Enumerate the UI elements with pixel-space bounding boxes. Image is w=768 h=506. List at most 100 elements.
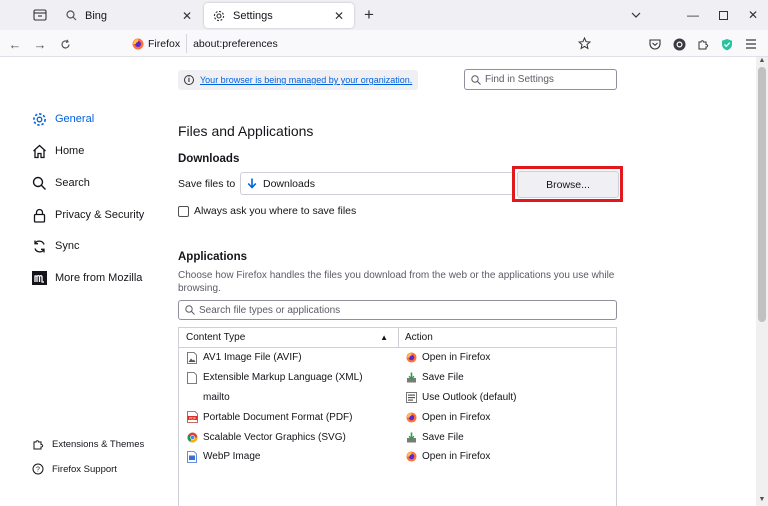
find-placeholder: Find in Settings xyxy=(485,74,554,85)
applications-heading: Applications xyxy=(178,251,248,263)
forward-arrow-icon[interactable]: → xyxy=(31,35,49,53)
action-label: Open in Firefox xyxy=(422,411,491,423)
tab-strip: Bing ✕ Settings ✕ + — ✕ xyxy=(0,0,768,30)
policies-link[interactable]: Your browser is being managed by your or… xyxy=(200,75,412,85)
table-row[interactable]: AV1 Image File (AVIF) Open in Firefox xyxy=(179,348,616,368)
puzzle-icon xyxy=(32,438,44,450)
sidebar-item-firefox-support[interactable]: ? Firefox Support xyxy=(32,463,117,475)
gear-icon xyxy=(212,9,226,23)
download-arrow-icon xyxy=(247,178,257,189)
search-icon xyxy=(185,305,195,315)
info-icon: i xyxy=(184,75,194,85)
close-window-icon[interactable]: ✕ xyxy=(738,0,768,30)
pdf-icon: PDF xyxy=(186,411,198,424)
table-row[interactable]: WebP Image Open in Firefox xyxy=(179,447,616,467)
action-label: Open in Firefox xyxy=(422,352,491,364)
tab-title: Bing xyxy=(85,9,108,22)
column-header-action[interactable]: Action xyxy=(399,332,433,343)
back-arrow-icon[interactable]: ← xyxy=(6,35,24,53)
identity-label: Firefox xyxy=(148,37,181,50)
account-avatar-icon[interactable] xyxy=(670,35,688,53)
sidebar-item-label: Home xyxy=(55,145,85,157)
url-bar[interactable]: Firefox about:preferences xyxy=(126,32,598,55)
sidebar-item-more-from-mozilla[interactable]: More from Mozilla xyxy=(31,268,142,288)
sync-icon xyxy=(31,238,47,254)
always-ask-option[interactable]: Always ask you where to save files xyxy=(178,205,356,217)
url-text[interactable]: about:preferences xyxy=(193,38,278,50)
sidebar-item-privacy[interactable]: Privacy & Security xyxy=(31,205,144,225)
table-row[interactable]: PDF Portable Document Format (PDF) Open … xyxy=(179,407,616,427)
table-row[interactable]: Scalable Vector Graphics (SVG) Save File xyxy=(179,427,616,447)
content-type-label: Portable Document Format (PDF) xyxy=(203,411,353,423)
outlook-icon xyxy=(405,391,417,403)
scroll-down-arrow-icon[interactable]: ▼ xyxy=(756,496,768,506)
search-file-types-placeholder: Search file types or applications xyxy=(199,304,341,316)
hamburger-menu-icon[interactable] xyxy=(742,35,760,53)
action-label: Save File xyxy=(422,431,464,443)
lock-icon xyxy=(31,207,47,223)
table-row[interactable]: mailto Use Outlook (default) xyxy=(179,388,616,408)
extensions-puzzle-icon[interactable] xyxy=(694,35,712,53)
sidebar-item-sync[interactable]: Sync xyxy=(31,236,79,256)
reload-icon[interactable] xyxy=(56,35,74,53)
tab-bing[interactable]: Bing ✕ xyxy=(56,3,202,28)
document-icon xyxy=(186,371,198,384)
pocket-icon[interactable] xyxy=(646,35,664,53)
sidebar-item-label: General xyxy=(55,113,95,125)
save-file-icon xyxy=(405,431,417,443)
scrollbar-thumb[interactable] xyxy=(758,67,766,322)
firefox-icon xyxy=(405,451,417,463)
always-ask-checkbox[interactable] xyxy=(178,205,189,217)
minimize-icon[interactable]: — xyxy=(678,0,708,30)
column-label: Action xyxy=(405,332,433,343)
navigation-toolbar: ← → Firefox about:preferences xyxy=(0,30,768,57)
new-tab-button[interactable]: + xyxy=(360,6,378,24)
firefox-icon xyxy=(405,352,417,364)
svg-text:PDF: PDF xyxy=(189,417,196,421)
shield-icon[interactable] xyxy=(718,35,736,53)
find-in-settings-input[interactable]: Find in Settings xyxy=(464,69,617,90)
applications-table: Content Type ▲ Action AV1 Image File (AV… xyxy=(178,327,617,506)
sidebar-item-extensions-themes[interactable]: Extensions & Themes xyxy=(32,438,144,450)
table-row[interactable]: Extensible Markup Language (XML) Save Fi… xyxy=(179,368,616,388)
chevron-down-icon[interactable] xyxy=(628,7,644,23)
firefox-view-button[interactable] xyxy=(30,6,50,24)
content-type-label: Scalable Vector Graphics (SVG) xyxy=(203,431,346,443)
image-file-icon xyxy=(186,351,198,364)
browse-button[interactable]: Browse... xyxy=(517,171,619,198)
sidebar-item-home[interactable]: Home xyxy=(31,141,84,161)
column-header-content-type[interactable]: Content Type ▲ xyxy=(179,328,399,347)
firefox-view-icon xyxy=(33,9,47,21)
gear-icon xyxy=(31,111,47,127)
close-icon[interactable]: ✕ xyxy=(332,9,346,23)
content-type-label: AV1 Image File (AVIF) xyxy=(203,352,302,364)
bookmark-star-icon[interactable] xyxy=(576,35,592,51)
sidebar-item-label: Sync xyxy=(55,240,80,252)
page-scrollbar[interactable]: ▲ ▼ xyxy=(756,57,768,506)
svg-text:?: ? xyxy=(36,467,40,474)
webp-icon xyxy=(186,450,198,463)
mozilla-icon xyxy=(31,270,47,286)
search-icon xyxy=(64,9,78,23)
action-label: Save File xyxy=(422,372,464,384)
scroll-up-arrow-icon[interactable]: ▲ xyxy=(756,57,768,67)
close-icon[interactable]: ✕ xyxy=(180,9,194,23)
tab-settings[interactable]: Settings ✕ xyxy=(204,3,354,28)
section-title: Files and Applications xyxy=(178,123,314,139)
search-file-types-input[interactable]: Search file types or applications xyxy=(178,300,617,320)
help-icon: ? xyxy=(32,463,44,475)
identity-box[interactable]: Firefox xyxy=(126,34,188,53)
column-label: Content Type xyxy=(186,332,246,343)
search-icon xyxy=(471,74,481,85)
tab-title: Settings xyxy=(233,9,273,22)
maximize-icon[interactable] xyxy=(708,0,738,30)
firefox-icon xyxy=(405,411,417,423)
firefox-icon xyxy=(132,38,144,49)
content-type-label: Extensible Markup Language (XML) xyxy=(203,372,363,384)
chrome-icon xyxy=(186,431,198,443)
sidebar-item-general[interactable]: General xyxy=(31,109,94,129)
sidebar-item-search[interactable]: Search xyxy=(31,173,90,193)
download-folder-value: Downloads xyxy=(263,177,315,190)
table-header: Content Type ▲ Action xyxy=(179,328,616,348)
policies-notice: i Your browser is being managed by your … xyxy=(178,70,418,90)
